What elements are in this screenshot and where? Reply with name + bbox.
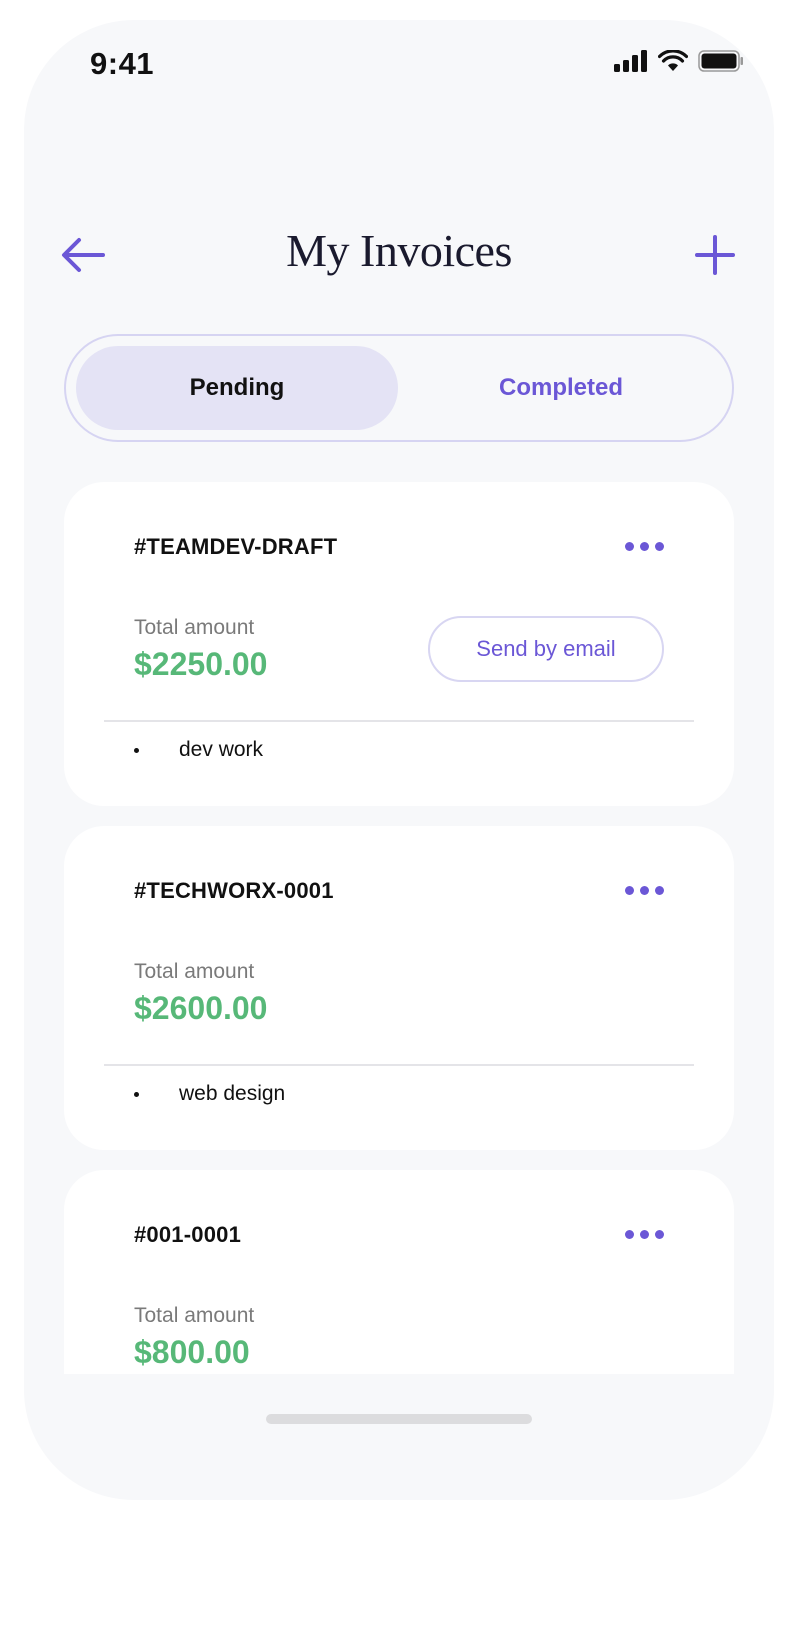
phone-screen: 9:41 My Invoices Pending Completed #TEAM… — [24, 20, 774, 1500]
more-options-button[interactable] — [625, 882, 664, 899]
more-dots-icon — [625, 1230, 634, 1239]
status-icons — [614, 50, 744, 72]
status-bar: 9:41 — [24, 20, 774, 120]
more-options-button[interactable] — [625, 538, 664, 555]
invoice-id: #001-0001 — [134, 1222, 242, 1247]
line-item-label: dev work — [179, 738, 264, 761]
tab-pending[interactable]: Pending — [76, 346, 398, 430]
total-amount-value: $800.00 — [134, 1334, 250, 1370]
send-by-email-button[interactable]: Send by email — [428, 616, 664, 682]
bullet-icon — [134, 1091, 139, 1097]
signal-icon — [614, 50, 647, 72]
invoice-id: #TECHWORX-0001 — [134, 878, 334, 903]
divider — [104, 1064, 694, 1066]
page-title: My Invoices — [286, 225, 512, 276]
invoice-id: #TEAMDEV-DRAFT — [134, 534, 338, 559]
invoice-card[interactable]: #001-0001 Total amount $800.00 — [64, 1170, 734, 1374]
nav-bar: My Invoices — [24, 210, 774, 300]
more-dots-icon — [625, 542, 634, 551]
more-options-button[interactable] — [625, 1226, 664, 1243]
invoice-line-item: dev work — [134, 738, 263, 762]
total-amount-label: Total amount — [134, 1304, 255, 1327]
status-time: 9:41 — [90, 46, 155, 81]
line-item-label: web design — [179, 1082, 286, 1105]
wifi-icon — [658, 50, 688, 71]
divider — [104, 720, 694, 722]
plus-icon — [695, 235, 735, 275]
invoice-card[interactable]: #TECHWORX-0001 Total amount $2600.00 web… — [64, 826, 734, 1150]
invoice-line-item: web design — [134, 1082, 285, 1106]
total-amount-label: Total amount — [134, 616, 255, 639]
more-dots-icon — [625, 886, 634, 895]
bullet-icon — [134, 747, 139, 753]
invoice-card[interactable]: #TEAMDEV-DRAFT Total amount $2250.00 Sen… — [64, 482, 734, 806]
home-indicator — [266, 1414, 532, 1424]
total-amount-value: $2250.00 — [134, 646, 268, 682]
status-segmented-control: Pending Completed — [64, 334, 734, 442]
total-amount-value: $2600.00 — [134, 990, 268, 1026]
tab-completed[interactable]: Completed — [400, 346, 722, 430]
battery-icon — [698, 50, 743, 72]
invoice-list: #TEAMDEV-DRAFT Total amount $2250.00 Sen… — [64, 482, 734, 1374]
add-invoice-button[interactable] — [690, 230, 740, 280]
total-amount-label: Total amount — [134, 960, 255, 983]
